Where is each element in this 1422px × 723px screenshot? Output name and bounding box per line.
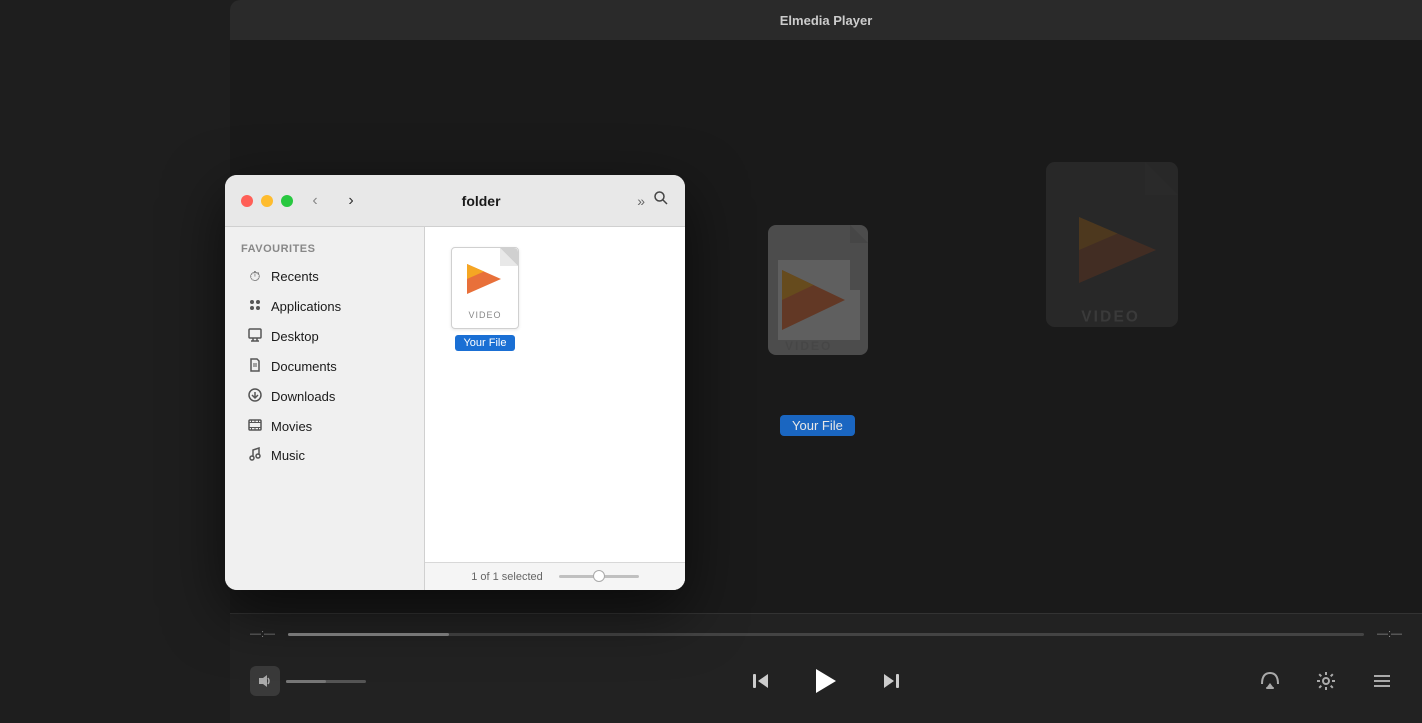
recents-icon: ⏱ xyxy=(247,268,263,285)
folder-title: folder xyxy=(373,193,589,209)
right-controls xyxy=(1250,661,1402,701)
player-titlebar: Elmedia Player xyxy=(230,0,1422,40)
file-logo xyxy=(463,260,507,298)
sidebar-item-label-documents: Documents xyxy=(271,359,337,374)
desktop-icon xyxy=(247,328,263,345)
zoom-slider[interactable] xyxy=(559,575,639,578)
list-icon xyxy=(1371,670,1393,692)
airplay-button[interactable] xyxy=(1250,661,1290,701)
play-icon xyxy=(810,665,842,697)
file-icon: VIDEO xyxy=(451,247,519,329)
next-icon xyxy=(880,670,902,692)
status-text: 1 of 1 selected xyxy=(471,571,543,583)
sidebar-item-label-recents: Recents xyxy=(271,269,319,284)
player-file-name-ghost: Your File xyxy=(780,415,855,436)
finder-content: VIDEO Your File 1 of 1 selected xyxy=(425,227,685,590)
svg-text:VIDEO: VIDEO xyxy=(1081,309,1140,326)
sidebar-item-label-movies: Movies xyxy=(271,419,312,434)
player-controls: —:— —:— xyxy=(230,613,1422,723)
maximize-button[interactable] xyxy=(281,195,293,207)
more-button[interactable]: » xyxy=(637,193,645,209)
prev-icon xyxy=(750,670,772,692)
sidebar-item-movies[interactable]: Movies xyxy=(231,412,418,440)
back-button[interactable]: ‹ xyxy=(301,187,329,215)
sidebar-item-downloads[interactable]: Downloads xyxy=(231,382,418,411)
play-button[interactable] xyxy=(801,656,851,706)
progress-time-right: —:— xyxy=(1372,628,1402,640)
window-controls xyxy=(241,195,293,207)
movies-icon xyxy=(247,418,263,434)
sidebar-item-applications[interactable]: Applications xyxy=(231,292,418,321)
applications-icon xyxy=(247,298,263,315)
player-file-name-label: Your File xyxy=(792,418,843,433)
documents-icon xyxy=(247,358,263,375)
progress-bar-area: —:— —:— xyxy=(250,614,1402,648)
finder-body: Favourites ⏱ Recents Applications xyxy=(225,227,685,590)
controls-row xyxy=(250,648,1402,714)
volume-area xyxy=(250,666,366,696)
file-name-label: Your File xyxy=(455,335,514,351)
playlist-button[interactable] xyxy=(1362,661,1402,701)
airplay-icon xyxy=(1259,670,1281,692)
sidebar-item-label-desktop: Desktop xyxy=(271,329,319,344)
forward-button[interactable]: › xyxy=(337,187,365,215)
ghost-play-icon: VIDEO xyxy=(1002,140,1222,360)
next-button[interactable] xyxy=(871,661,911,701)
sidebar-item-label-music: Music xyxy=(271,448,305,463)
progress-fill xyxy=(288,633,449,636)
volume-button[interactable] xyxy=(250,666,280,696)
search-icon xyxy=(653,190,669,206)
gear-icon xyxy=(1316,671,1336,691)
finder-files: VIDEO Your File xyxy=(425,227,685,562)
zoom-thumb xyxy=(593,570,605,582)
sidebar-item-recents[interactable]: ⏱ Recents xyxy=(231,262,418,291)
finder-toolbar-right: » xyxy=(637,190,669,211)
finder-window: ‹ › folder » Favourites ⏱ Recents xyxy=(225,175,685,590)
volume-slider[interactable] xyxy=(286,680,366,683)
file-item[interactable]: VIDEO Your File xyxy=(445,247,525,351)
search-button[interactable] xyxy=(653,190,669,211)
file-type-label: VIDEO xyxy=(468,310,501,320)
finder-sidebar: Favourites ⏱ Recents Applications xyxy=(225,227,425,590)
progress-time-left: —:— xyxy=(250,628,280,640)
volume-icon xyxy=(257,673,273,689)
finder-titlebar: ‹ › folder » xyxy=(225,175,685,227)
close-button[interactable] xyxy=(241,195,253,207)
downloads-icon xyxy=(247,388,263,405)
sidebar-item-music[interactable]: Music xyxy=(231,441,418,470)
sidebar-item-label-applications: Applications xyxy=(271,299,341,314)
minimize-button[interactable] xyxy=(261,195,273,207)
sidebar-item-documents[interactable]: Documents xyxy=(231,352,418,381)
music-icon xyxy=(247,447,263,464)
ghost-icon-container: VIDEO xyxy=(1002,140,1222,365)
sidebar-section-title: Favourites xyxy=(225,239,424,261)
progress-bar[interactable] xyxy=(288,633,1364,636)
finder-statusbar: 1 of 1 selected xyxy=(425,562,685,590)
settings-button[interactable] xyxy=(1306,661,1346,701)
prev-button[interactable] xyxy=(741,661,781,701)
sidebar-item-label-downloads: Downloads xyxy=(271,389,335,404)
sidebar-item-desktop[interactable]: Desktop xyxy=(231,322,418,351)
player-title: Elmedia Player xyxy=(780,13,873,28)
